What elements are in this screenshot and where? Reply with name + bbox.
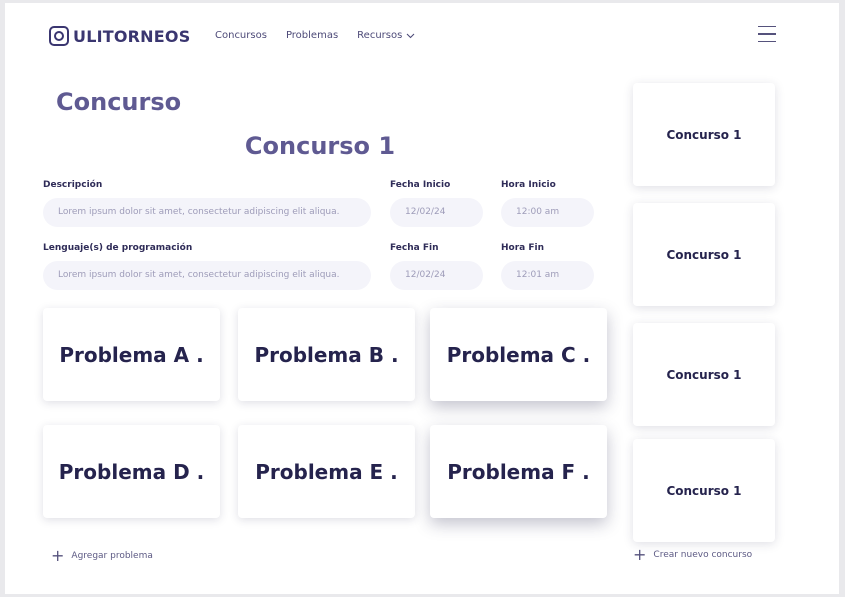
problem-card-f[interactable]: Problema F . [430, 425, 607, 518]
create-contest-button[interactable]: + Crear nuevo concurso [633, 547, 752, 563]
problem-title: Problema B . [254, 342, 399, 367]
problem-card-b[interactable]: Problema B . [238, 308, 415, 401]
logo[interactable]: ULITORNEOS [48, 25, 190, 47]
end-date-label: Fecha Fin [390, 243, 439, 253]
problem-card-a[interactable]: Problema A . [43, 308, 220, 401]
nav-recursos[interactable]: Recursos [357, 30, 415, 41]
problem-title: Problema D . [58, 459, 205, 484]
page-title: Concurso [56, 88, 182, 116]
sidebar-contest-title: Concurso 1 [666, 127, 742, 142]
problem-title: Problema A . [59, 342, 204, 367]
problem-card-d[interactable]: Problema D . [43, 425, 220, 518]
contest-name: Concurso 1 [244, 132, 396, 160]
nav-problemas[interactable]: Problemas [286, 30, 338, 41]
end-date-input[interactable]: 12/02/24 [390, 261, 483, 290]
page-frame: ULITORNEOS Concursos Problemas Recursos … [5, 3, 839, 594]
sidebar-contest-card[interactable]: Concurso 1 [633, 203, 775, 306]
logo-icon [49, 26, 69, 46]
description-label: Descripción [43, 180, 103, 190]
problem-card-e[interactable]: Problema E . [238, 425, 415, 518]
problem-title: Problema C . [446, 342, 591, 367]
start-time-input[interactable]: 12:00 am [501, 198, 594, 227]
hamburger-menu-icon[interactable] [758, 26, 776, 44]
plus-icon: + [633, 545, 647, 564]
plus-icon: + [51, 546, 65, 565]
sidebar-contest-title: Concurso 1 [666, 247, 742, 262]
start-date-input[interactable]: 12/02/24 [390, 198, 483, 227]
sidebar-contest-card[interactable]: Concurso 1 [633, 83, 775, 186]
start-date-label: Fecha Inicio [390, 180, 451, 190]
sidebar-contest-title: Concurso 1 [666, 483, 742, 498]
description-input[interactable]: Lorem ipsum dolor sit amet, consectetur … [43, 198, 371, 227]
end-time-label: Hora Fin [501, 243, 545, 253]
chevron-down-icon [406, 33, 415, 38]
problem-card-c[interactable]: Problema C . [430, 308, 607, 401]
languages-label: Lenguaje(s) de programación [43, 243, 193, 253]
problem-title: Problema F . [447, 459, 590, 484]
add-problem-label: Agregar problema [71, 551, 153, 561]
sidebar-contest-title: Concurso 1 [666, 367, 742, 382]
add-problem-button[interactable]: + Agregar problema [51, 548, 153, 564]
sidebar-contest-card[interactable]: Concurso 1 [633, 323, 775, 426]
languages-input[interactable]: Lorem ipsum dolor sit amet, consectetur … [43, 261, 371, 290]
logo-text: ULITORNEOS [73, 26, 191, 46]
sidebar-contest-card[interactable]: Concurso 1 [633, 439, 775, 542]
problem-title: Problema E . [255, 459, 398, 484]
end-time-input[interactable]: 12:01 am [501, 261, 594, 290]
create-contest-label: Crear nuevo concurso [653, 550, 753, 560]
main-nav: Concursos Problemas Recursos [215, 30, 434, 41]
start-time-label: Hora Inicio [501, 180, 556, 190]
nav-concursos[interactable]: Concursos [215, 30, 267, 41]
